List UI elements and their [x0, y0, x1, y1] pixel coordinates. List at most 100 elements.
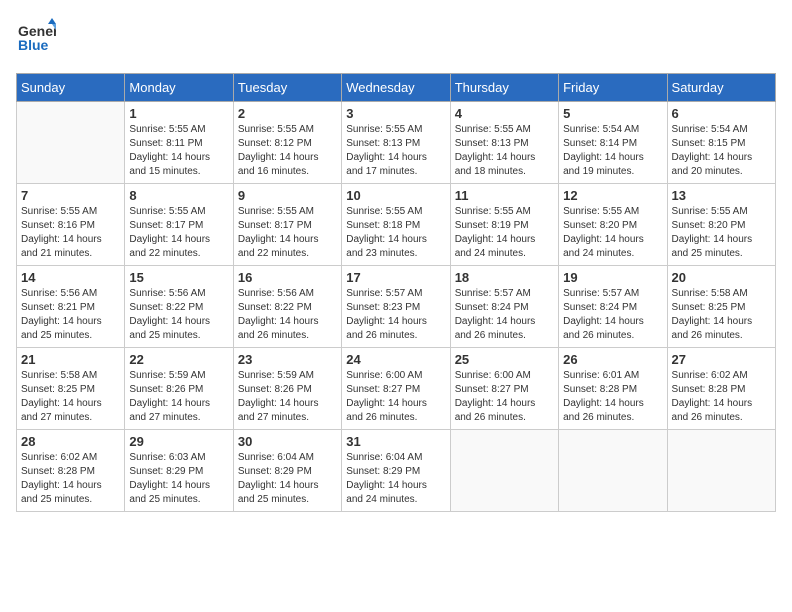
calendar-week-4: 21 Sunrise: 5:58 AMSunset: 8:25 PMDayligh… [17, 348, 776, 430]
day-info: Sunrise: 5:55 AMSunset: 8:13 PMDaylight:… [346, 123, 445, 179]
day-info: Sunrise: 5:57 AMSunset: 8:23 PMDaylight:… [346, 287, 445, 343]
calendar-cell: 19 Sunrise: 5:57 AMSunset: 8:24 PMDayligh… [559, 266, 667, 348]
day-number: 6 [672, 106, 771, 121]
calendar-cell: 11 Sunrise: 5:55 AMSunset: 8:19 PMDayligh… [450, 184, 558, 266]
calendar-cell: 15Sunrise: 5:56 AMSunset: 8:22 PMDayligh… [125, 266, 233, 348]
day-number: 22 [129, 352, 228, 367]
calendar-cell: 22 Sunrise: 5:59 AMSunset: 8:26 PMDayligh… [125, 348, 233, 430]
calendar-week-5: 28 Sunrise: 6:02 AMSunset: 8:28 PMDayligh… [17, 430, 776, 512]
day-number: 15 [129, 270, 228, 285]
calendar-cell: 14Sunrise: 5:56 AMSunset: 8:21 PMDayligh… [17, 266, 125, 348]
day-number: 28 [21, 434, 120, 449]
day-info: Sunrise: 5:54 AMSunset: 8:15 PMDaylight:… [672, 123, 771, 179]
day-number: 16 [238, 270, 337, 285]
day-number: 3 [346, 106, 445, 121]
calendar-cell: 28 Sunrise: 6:02 AMSunset: 8:28 PMDayligh… [17, 430, 125, 512]
day-info: Sunrise: 5:55 AMSunset: 8:20 PMDaylight:… [563, 205, 662, 261]
day-info: Sunrise: 5:55 AMSunset: 8:18 PMDaylight:… [346, 205, 445, 261]
calendar-table: SundayMondayTuesdayWednesdayThursdayFrid… [16, 73, 776, 512]
calendar-cell: 30 Sunrise: 6:04 AMSunset: 8:29 PMDayligh… [233, 430, 341, 512]
calendar-cell: 4Sunrise: 5:55 AMSunset: 8:13 PMDaylight… [450, 102, 558, 184]
day-info: Sunrise: 5:56 AMSunset: 8:22 PMDaylight:… [238, 287, 337, 343]
header-sunday: Sunday [17, 74, 125, 102]
calendar-cell: 17 Sunrise: 5:57 AMSunset: 8:23 PMDayligh… [342, 266, 450, 348]
day-number: 5 [563, 106, 662, 121]
day-number: 27 [672, 352, 771, 367]
day-number: 8 [129, 188, 228, 203]
calendar-cell [17, 102, 125, 184]
calendar-cell: 18 Sunrise: 5:57 AMSunset: 8:24 PMDayligh… [450, 266, 558, 348]
day-number: 10 [346, 188, 445, 203]
day-number: 26 [563, 352, 662, 367]
calendar-cell: 24 Sunrise: 6:00 AMSunset: 8:27 PMDayligh… [342, 348, 450, 430]
header-wednesday: Wednesday [342, 74, 450, 102]
day-number: 18 [455, 270, 554, 285]
calendar-cell: 20 Sunrise: 5:58 AMSunset: 8:25 PMDayligh… [667, 266, 775, 348]
calendar-week-2: 7 Sunrise: 5:55 AMSunset: 8:16 PMDaylight… [17, 184, 776, 266]
header-monday: Monday [125, 74, 233, 102]
day-number: 21 [21, 352, 120, 367]
day-info: Sunrise: 5:55 AMSunset: 8:17 PMDaylight:… [238, 205, 337, 261]
day-info: Sunrise: 5:55 AMSunset: 8:17 PMDaylight:… [129, 205, 228, 261]
day-number: 7 [21, 188, 120, 203]
day-number: 24 [346, 352, 445, 367]
calendar-cell: 8 Sunrise: 5:55 AMSunset: 8:17 PMDaylight… [125, 184, 233, 266]
day-info: Sunrise: 5:55 AMSunset: 8:11 PMDaylight:… [129, 123, 228, 179]
calendar-cell: 26 Sunrise: 6:01 AMSunset: 8:28 PMDayligh… [559, 348, 667, 430]
day-info: Sunrise: 5:55 AMSunset: 8:19 PMDaylight:… [455, 205, 554, 261]
header-saturday: Saturday [667, 74, 775, 102]
day-info: Sunrise: 5:59 AMSunset: 8:26 PMDaylight:… [238, 369, 337, 425]
day-info: Sunrise: 5:55 AMSunset: 8:16 PMDaylight:… [21, 205, 120, 261]
day-info: Sunrise: 6:04 AMSunset: 8:29 PMDaylight:… [238, 451, 337, 507]
calendar-cell: 7 Sunrise: 5:55 AMSunset: 8:16 PMDaylight… [17, 184, 125, 266]
day-info: Sunrise: 6:01 AMSunset: 8:28 PMDaylight:… [563, 369, 662, 425]
header-tuesday: Tuesday [233, 74, 341, 102]
day-info: Sunrise: 5:55 AMSunset: 8:12 PMDaylight:… [238, 123, 337, 179]
svg-text:Blue: Blue [18, 37, 49, 53]
calendar-cell: 10 Sunrise: 5:55 AMSunset: 8:18 PMDayligh… [342, 184, 450, 266]
calendar-header-row: SundayMondayTuesdayWednesdayThursdayFrid… [17, 74, 776, 102]
day-info: Sunrise: 5:54 AMSunset: 8:14 PMDaylight:… [563, 123, 662, 179]
calendar-cell: 12 Sunrise: 5:55 AMSunset: 8:20 PMDayligh… [559, 184, 667, 266]
calendar-cell: 1 Sunrise: 5:55 AMSunset: 8:11 PMDaylight… [125, 102, 233, 184]
day-info: Sunrise: 6:03 AMSunset: 8:29 PMDaylight:… [129, 451, 228, 507]
day-number: 11 [455, 188, 554, 203]
day-info: Sunrise: 5:58 AMSunset: 8:25 PMDaylight:… [672, 287, 771, 343]
day-info: Sunrise: 5:59 AMSunset: 8:26 PMDaylight:… [129, 369, 228, 425]
day-info: Sunrise: 5:58 AMSunset: 8:25 PMDaylight:… [21, 369, 120, 425]
day-number: 29 [129, 434, 228, 449]
calendar-cell: 31 Sunrise: 6:04 AMSunset: 8:29 PMDayligh… [342, 430, 450, 512]
day-info: Sunrise: 6:02 AMSunset: 8:28 PMDaylight:… [672, 369, 771, 425]
page-header: General Blue [16, 16, 776, 61]
day-number: 12 [563, 188, 662, 203]
calendar-cell: 21 Sunrise: 5:58 AMSunset: 8:25 PMDayligh… [17, 348, 125, 430]
day-number: 17 [346, 270, 445, 285]
calendar-cell: 9Sunrise: 5:55 AMSunset: 8:17 PMDaylight… [233, 184, 341, 266]
day-number: 31 [346, 434, 445, 449]
day-number: 23 [238, 352, 337, 367]
day-info: Sunrise: 6:00 AMSunset: 8:27 PMDaylight:… [346, 369, 445, 425]
calendar-cell: 6 Sunrise: 5:54 AMSunset: 8:15 PMDaylight… [667, 102, 775, 184]
calendar-cell: 13Sunrise: 5:55 AMSunset: 8:20 PMDayligh… [667, 184, 775, 266]
day-number: 13 [672, 188, 771, 203]
day-number: 1 [129, 106, 228, 121]
day-info: Sunrise: 6:02 AMSunset: 8:28 PMDaylight:… [21, 451, 120, 507]
header-friday: Friday [559, 74, 667, 102]
day-number: 4 [455, 106, 554, 121]
logo-graphic: General Blue [16, 16, 56, 61]
day-info: Sunrise: 6:00 AMSunset: 8:27 PMDaylight:… [455, 369, 554, 425]
day-number: 19 [563, 270, 662, 285]
calendar-cell: 3 Sunrise: 5:55 AMSunset: 8:13 PMDaylight… [342, 102, 450, 184]
calendar-cell: 5 Sunrise: 5:54 AMSunset: 8:14 PMDaylight… [559, 102, 667, 184]
day-info: Sunrise: 5:57 AMSunset: 8:24 PMDaylight:… [563, 287, 662, 343]
calendar-cell: 23 Sunrise: 5:59 AMSunset: 8:26 PMDayligh… [233, 348, 341, 430]
logo: General Blue [16, 16, 56, 61]
calendar-cell: 2Sunrise: 5:55 AMSunset: 8:12 PMDaylight… [233, 102, 341, 184]
day-number: 25 [455, 352, 554, 367]
day-number: 30 [238, 434, 337, 449]
day-info: Sunrise: 5:57 AMSunset: 8:24 PMDaylight:… [455, 287, 554, 343]
calendar-cell: 27 Sunrise: 6:02 AMSunset: 8:28 PMDayligh… [667, 348, 775, 430]
day-info: Sunrise: 6:04 AMSunset: 8:29 PMDaylight:… [346, 451, 445, 507]
calendar-cell [450, 430, 558, 512]
day-number: 20 [672, 270, 771, 285]
